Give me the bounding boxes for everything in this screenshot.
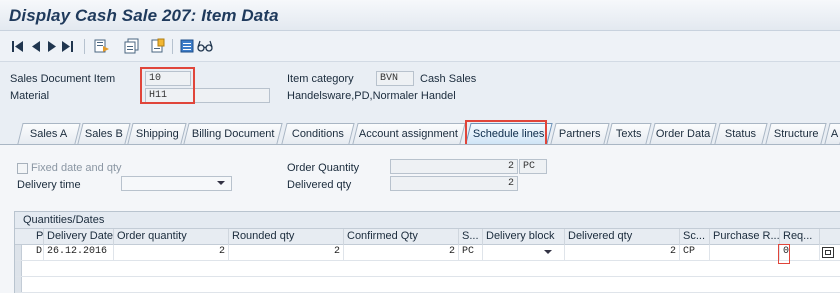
configuration-glasses-icon[interactable]: [197, 38, 213, 54]
column-header[interactable]: S...: [459, 229, 483, 245]
table-cell: 2: [565, 245, 680, 261]
material-field[interactable]: H11: [145, 88, 270, 103]
value-help-icon[interactable]: [822, 247, 834, 258]
item-category-text: Cash Sales: [420, 73, 477, 85]
tab-partners[interactable]: Partners: [550, 123, 610, 144]
tab-order-data[interactable]: Order Data: [649, 123, 717, 144]
tab-more[interactable]: A: [824, 123, 840, 144]
tab-sales-b[interactable]: Sales B: [77, 123, 131, 144]
window-title: Display Cash Sale 207: Item Data: [9, 6, 279, 25]
column-header[interactable]: Delivery Date: [44, 229, 114, 245]
toolbar-separator: [84, 39, 85, 54]
next-item-icon[interactable]: [44, 38, 60, 54]
table-row[interactable]: [15, 277, 840, 293]
tab-schedule-lines[interactable]: Schedule lines: [465, 123, 553, 144]
column-header[interactable]: Delivery block: [483, 229, 565, 245]
order-quantity-label: Order Quantity: [287, 162, 360, 174]
tab-strip: Sales A Sales B Shipping Billing Documen…: [6, 123, 840, 144]
column-header[interactable]: Order quantity: [114, 229, 229, 245]
tab-status[interactable]: Status: [714, 123, 768, 144]
table-cell: 2: [229, 245, 344, 261]
chevron-down-icon: [544, 250, 552, 254]
toolbar-separator: [172, 39, 173, 54]
order-quantity-field[interactable]: 2: [390, 159, 518, 174]
material-description: Handelsware,PD,Normaler Handel: [287, 90, 456, 102]
quantities-dates-table: Quantities/Dates P Delivery Date Order q…: [14, 211, 840, 293]
tab-texts[interactable]: Texts: [606, 123, 652, 144]
table-cell: 2: [114, 245, 229, 261]
table-cell: 26.12.2016: [44, 245, 114, 261]
delivered-qty-label: Delivered qty: [287, 179, 352, 191]
column-header[interactable]: P: [33, 229, 44, 245]
delivery-time-dropdown[interactable]: [121, 176, 232, 191]
fixed-date-label: Fixed date and qty: [31, 162, 122, 174]
tab-shipping[interactable]: Shipping: [127, 123, 187, 144]
tab-structure[interactable]: Structure: [765, 123, 827, 144]
column-header[interactable]: Req...: [780, 229, 820, 245]
column-header[interactable]: Sc...: [680, 229, 710, 245]
order-quantity-unit[interactable]: PC: [519, 159, 547, 174]
tab-conditions[interactable]: Conditions: [281, 123, 355, 144]
column-header[interactable]: Confirmed Qty: [344, 229, 459, 245]
tab-billing-document[interactable]: Billing Document: [183, 123, 283, 144]
table-cell[interactable]: 0: [780, 245, 820, 261]
delivery-time-label: Delivery time: [17, 179, 81, 191]
material-label: Material: [10, 90, 50, 102]
application-toolbar: [0, 31, 840, 62]
delivered-qty-field[interactable]: 2: [390, 176, 518, 191]
table-cell: 2: [344, 245, 459, 261]
sales-document-item-label: Sales Document Item: [10, 73, 116, 85]
item-overview-icon[interactable]: [124, 38, 140, 54]
delivery-block-dropdown[interactable]: [483, 245, 565, 261]
sales-document-item-field[interactable]: 10: [145, 71, 191, 86]
table-row[interactable]: D 26.12.2016 2 2 2 PC 2 CP 0: [15, 245, 840, 261]
column-header[interactable]: Delivered qty: [565, 229, 680, 245]
tab-sales-a[interactable]: Sales A: [17, 123, 81, 144]
header-details-icon[interactable]: [94, 38, 110, 54]
tab-account-assignment[interactable]: Account assignment: [352, 123, 466, 144]
first-item-icon[interactable]: [10, 38, 26, 54]
table-header: P Delivery Date Order quantity Rounded q…: [15, 229, 840, 245]
fixed-date-checkbox[interactable]: [17, 163, 28, 174]
chevron-down-icon: [217, 181, 225, 185]
last-item-icon[interactable]: [60, 38, 76, 54]
table-cell: CP: [680, 245, 710, 261]
display-object-icon[interactable]: [179, 38, 195, 54]
column-header[interactable]: Purchase R...: [710, 229, 780, 245]
item-category-label: Item category: [287, 73, 354, 85]
table-cell: [710, 245, 780, 261]
document-flow-icon[interactable]: [150, 38, 166, 54]
table-row[interactable]: [15, 261, 840, 277]
table-cell: PC: [459, 245, 483, 261]
item-header: Sales Document Item 10 Material H11 Item…: [0, 62, 840, 112]
previous-item-icon[interactable]: [28, 38, 44, 54]
table-cell: D: [33, 245, 44, 261]
table-title: Quantities/Dates: [15, 212, 840, 229]
column-header[interactable]: Rounded qty: [229, 229, 344, 245]
title-bar: Display Cash Sale 207: Item Data: [0, 0, 840, 31]
item-category-field[interactable]: BVN: [376, 71, 414, 86]
